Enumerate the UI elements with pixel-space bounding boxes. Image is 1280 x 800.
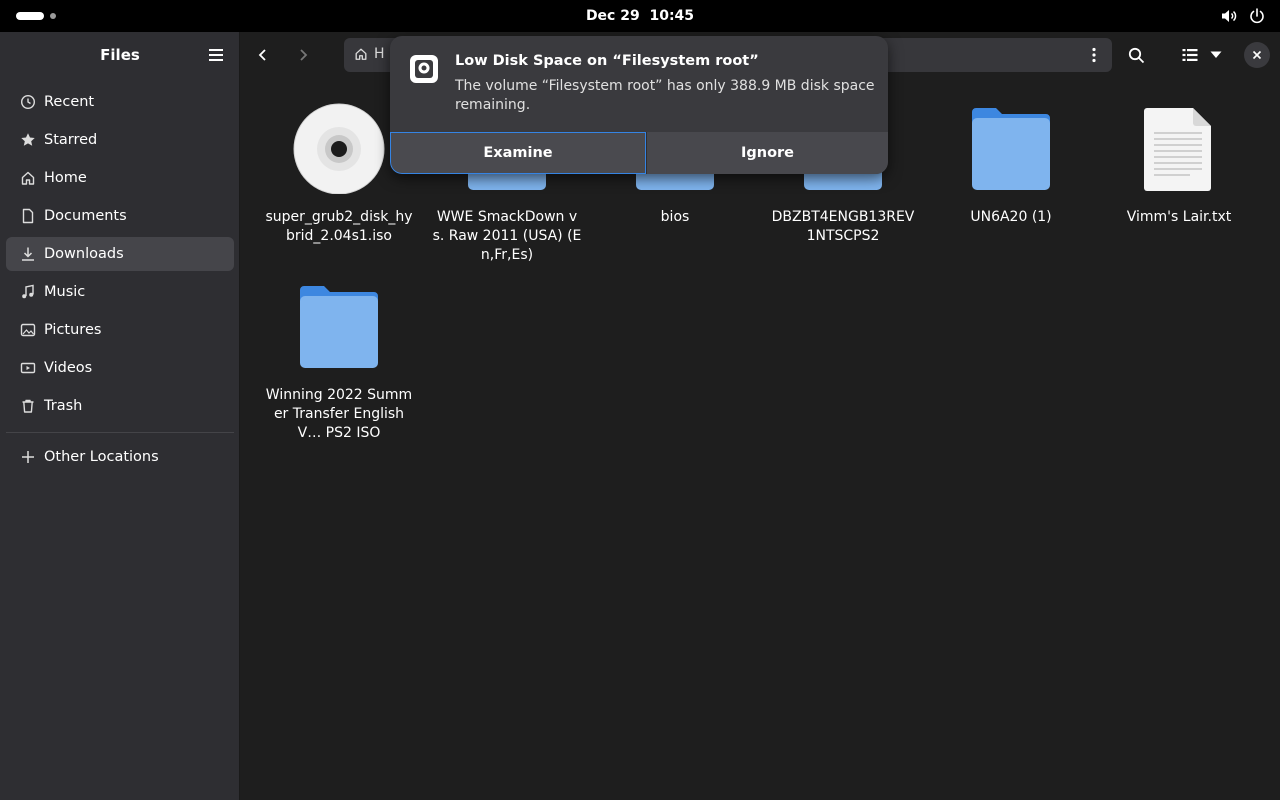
file-name: Vimm's Lair.txt xyxy=(1126,209,1232,225)
examine-button[interactable]: Examine xyxy=(390,132,646,174)
trash-icon xyxy=(20,398,36,414)
file-name: WWE SmackDown vs. Raw 2011 (USA) (En,Fr,… xyxy=(432,209,582,263)
notification-actions: Examine Ignore xyxy=(390,132,888,174)
vertical-dots-icon xyxy=(1092,47,1096,63)
sidebar-item-documents[interactable]: Documents xyxy=(6,199,234,233)
picture-icon xyxy=(20,322,36,338)
sidebar-item-label: Downloads xyxy=(44,246,124,262)
sidebar-item-label: Videos xyxy=(44,360,93,376)
sidebar: Files Recent Starred Home Documents Down… xyxy=(0,32,240,800)
workspace-indicator-active xyxy=(16,12,44,20)
download-icon xyxy=(20,246,36,262)
path-home-segment[interactable]: H xyxy=(354,46,385,62)
video-icon xyxy=(20,360,36,376)
chevron-left-icon xyxy=(258,49,266,61)
file-name: Winning 2022 Summer Transfer English V… … xyxy=(265,387,413,441)
folder-icon xyxy=(264,280,414,372)
sidebar-item-trash[interactable]: Trash xyxy=(6,389,234,423)
sidebar-header: Files xyxy=(0,32,240,78)
power-icon[interactable] xyxy=(1248,7,1266,25)
file-name: super_grub2_disk_hybrid_2.04s1.iso xyxy=(265,209,413,244)
list-view-icon xyxy=(1182,49,1198,61)
home-icon xyxy=(20,170,36,186)
clock-time: 10:45 xyxy=(649,8,695,24)
sidebar-item-label: Pictures xyxy=(44,322,102,338)
sidebar-item-label: Music xyxy=(44,284,86,300)
back-button[interactable] xyxy=(249,41,277,69)
list-view-button[interactable] xyxy=(1176,41,1204,69)
sidebar-item-home[interactable]: Home xyxy=(6,161,234,195)
sidebar-item-label: Other Locations xyxy=(44,449,159,465)
activities-indicator[interactable] xyxy=(16,11,60,21)
sidebar-item-other-locations[interactable]: Other Locations xyxy=(6,440,234,474)
home-icon xyxy=(355,48,367,60)
sidebar-item-starred[interactable]: Starred xyxy=(6,123,234,157)
folder-icon xyxy=(936,102,1086,194)
sidebar-divider xyxy=(6,432,234,433)
notification-body: The volume “Filesystem root” has only 38… xyxy=(455,78,875,113)
sidebar-item-label: Recent xyxy=(44,94,95,110)
view-switcher[interactable] xyxy=(1176,41,1232,69)
clock-icon xyxy=(20,94,36,110)
notification-title: Low Disk Space on “Filesystem root” xyxy=(455,53,759,69)
chevron-right-icon xyxy=(300,49,308,61)
folder-item[interactable]: UN6A20 (1) xyxy=(936,102,1086,227)
clock-date: Dec 29 xyxy=(585,8,640,24)
sidebar-item-downloads[interactable]: Downloads xyxy=(6,237,234,271)
view-options-dropdown[interactable] xyxy=(1204,41,1228,69)
folder-item[interactable]: Winning 2022 Summer Transfer English V… … xyxy=(264,280,414,443)
system-tray[interactable] xyxy=(1220,7,1266,25)
sidebar-item-videos[interactable]: Videos xyxy=(6,351,234,385)
search-button[interactable] xyxy=(1122,41,1150,69)
sidebar-item-label: Documents xyxy=(44,208,127,224)
sidebar-item-label: Starred xyxy=(44,132,98,148)
clock-button[interactable]: Dec 29 10:45 xyxy=(586,8,694,24)
file-name: UN6A20 (1) xyxy=(970,209,1052,225)
notification-banner[interactable]: Low Disk Space on “Filesystem root” The … xyxy=(390,36,888,174)
sidebar-item-label: Home xyxy=(44,170,87,186)
sidebar-item-pictures[interactable]: Pictures xyxy=(6,313,234,347)
document-icon xyxy=(20,208,36,224)
sidebar-item-recent[interactable]: Recent xyxy=(6,85,234,119)
close-icon xyxy=(1252,50,1262,60)
forward-button[interactable] xyxy=(289,41,317,69)
disk-icon xyxy=(408,53,440,85)
search-icon xyxy=(1128,47,1144,63)
plus-icon xyxy=(20,449,36,465)
clock: Dec 29 10:45 xyxy=(0,0,1280,32)
hamburger-icon xyxy=(209,49,223,61)
file-name: bios xyxy=(660,209,690,225)
top-bar: Dec 29 10:45 xyxy=(0,0,1280,32)
chevron-down-icon xyxy=(1210,51,1222,58)
path-home-label: H xyxy=(374,46,385,62)
main-menu-button[interactable] xyxy=(204,43,228,67)
ignore-button[interactable]: Ignore xyxy=(646,132,888,174)
sidebar-item-label: Trash xyxy=(44,398,83,414)
star-icon xyxy=(20,132,36,148)
workspace-indicator-dot xyxy=(50,13,56,19)
text-file-icon xyxy=(1104,102,1254,194)
text-file-item[interactable]: Vimm's Lair.txt xyxy=(1104,102,1254,227)
volume-icon[interactable] xyxy=(1220,7,1238,25)
path-options-button[interactable] xyxy=(1082,43,1106,67)
file-name: DBZBT4ENGB13REV1NTSCPS2 xyxy=(771,209,915,244)
sidebar-item-music[interactable]: Music xyxy=(6,275,234,309)
music-icon xyxy=(20,284,36,300)
close-window-button[interactable] xyxy=(1244,42,1270,68)
